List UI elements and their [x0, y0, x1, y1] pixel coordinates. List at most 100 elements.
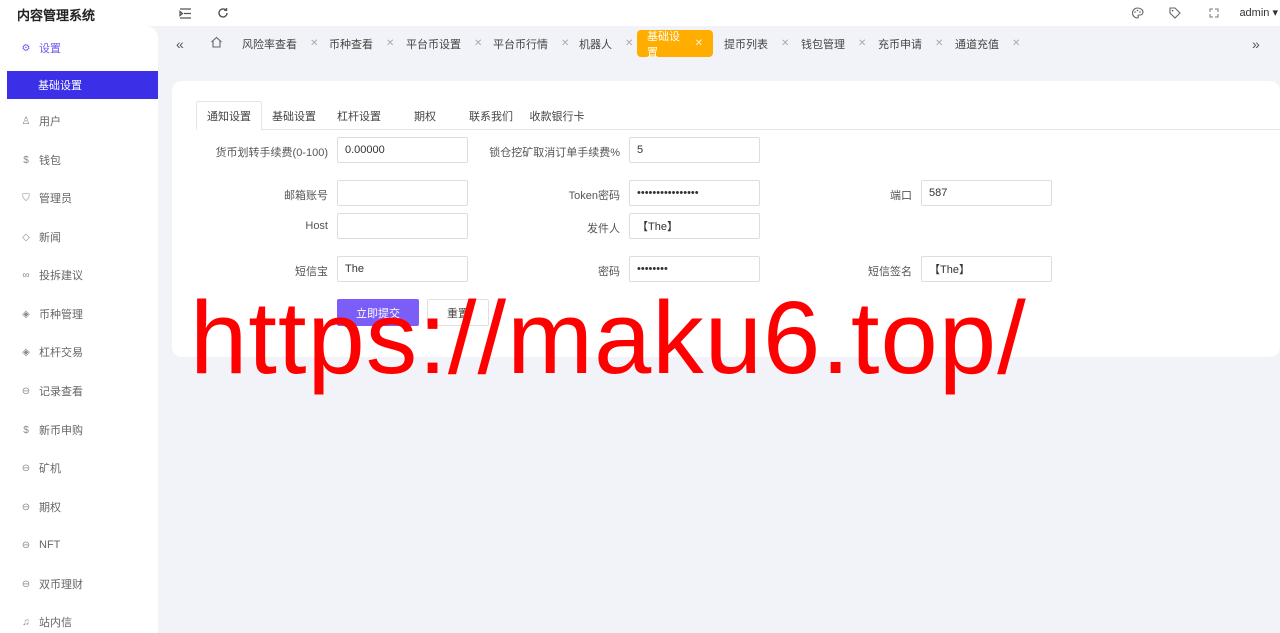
- host-input[interactable]: [337, 213, 468, 239]
- sidebar-subitem-basic-settings[interactable]: 基础设置: [7, 71, 158, 99]
- tab-label: 基础设置: [647, 30, 680, 59]
- tab-wallet-management[interactable]: 钱包管理 ✕: [791, 30, 876, 57]
- tab-risk-rate[interactable]: 风险率查看 ✕: [232, 30, 328, 57]
- dollar-icon: $: [23, 424, 29, 436]
- close-icon[interactable]: ✕: [781, 38, 789, 49]
- close-icon[interactable]: ✕: [858, 38, 866, 49]
- tab-label: 杠杆设置: [337, 110, 381, 123]
- chevron-double-left-icon[interactable]: «: [176, 36, 184, 52]
- tab-contact-us[interactable]: 联系我们: [458, 101, 524, 130]
- sidebar-item-currency[interactable]: ◈ 币种管理: [20, 305, 83, 323]
- tab-label: 机器人: [579, 38, 612, 51]
- tab-label: 风险率查看: [242, 38, 297, 51]
- close-icon[interactable]: ✕: [310, 38, 318, 49]
- app-title: 内容管理系统: [17, 8, 96, 23]
- tab-label: 联系我们: [469, 110, 513, 123]
- token-password-field[interactable]: ••••••••••••••••: [629, 180, 760, 206]
- password-field[interactable]: ••••••••: [629, 256, 760, 282]
- sms-sign-input[interactable]: 【The】: [921, 256, 1052, 282]
- chevron-double-right-icon[interactable]: »: [1252, 36, 1260, 52]
- tab-deposit-request[interactable]: 充币申请 ✕: [868, 30, 953, 57]
- sidebar-item-label: NFT: [39, 539, 61, 551]
- tab-label: 通知设置: [207, 110, 251, 123]
- sender-label: 发件人: [587, 223, 620, 235]
- host-label: Host: [305, 220, 328, 232]
- circle-icon: ⊖: [21, 578, 31, 590]
- tab-withdraw-list[interactable]: 提币列表 ✕: [714, 30, 799, 57]
- sidebar-item-label: 新闻: [39, 232, 61, 244]
- port-input[interactable]: 587: [921, 180, 1052, 206]
- page-tabs-bar: « 风险率查看 ✕ 币种查看 ✕ 平台币设置 ✕ 平台币行情 ✕ 机器人 ✕ 基础设置 ✕ …: [167, 27, 1280, 61]
- tab-label: 期权: [414, 110, 436, 123]
- tab-label: 充币申请: [878, 38, 922, 51]
- close-icon[interactable]: ✕: [625, 38, 633, 49]
- tab-channel-deposit[interactable]: 通道充值 ✕: [945, 30, 1030, 57]
- top-header: 内容管理系统 admin ▾: [0, 0, 1280, 26]
- tab-label: 平台币行情: [493, 38, 548, 51]
- fullscreen-icon[interactable]: [1206, 5, 1222, 21]
- fee-input[interactable]: 0.00000: [337, 137, 468, 163]
- tab-notification-settings[interactable]: 通知设置: [196, 101, 262, 130]
- sidebar-item-news[interactable]: ◇ 新闻: [20, 228, 61, 246]
- diamond-icon: ◈: [22, 346, 30, 358]
- tab-currency-view[interactable]: 币种查看 ✕: [319, 30, 404, 57]
- tab-label: 通道充值: [955, 38, 999, 51]
- close-icon[interactable]: ✕: [1012, 38, 1020, 49]
- shield-icon: ⛉: [22, 192, 30, 204]
- close-icon[interactable]: ✕: [935, 38, 943, 49]
- sidebar-item-label: 矿机: [39, 463, 61, 475]
- tab-options[interactable]: 期权: [392, 101, 458, 130]
- close-icon[interactable]: ✕: [386, 38, 394, 49]
- tab-platform-coin-settings[interactable]: 平台币设置 ✕: [396, 30, 492, 57]
- sidebar-item-admins[interactable]: ⛉ 管理员: [20, 189, 72, 207]
- link-icon: ∞: [22, 269, 30, 281]
- sidebar-item-settings[interactable]: ⚙ 设置: [20, 39, 61, 57]
- sender-input[interactable]: 【The】: [629, 213, 760, 239]
- dollar-icon: $: [23, 154, 29, 166]
- tab-platform-coin-market[interactable]: 平台币行情 ✕: [483, 30, 579, 57]
- sidebar-subitem-label: 基础设置: [38, 80, 82, 92]
- tab-bank-card[interactable]: 收款银行卡: [524, 101, 590, 130]
- circle-icon: ⊖: [21, 539, 31, 551]
- sidebar-item-ipo[interactable]: $ 新币申购: [20, 421, 83, 439]
- tag-icon: ◇: [22, 231, 30, 243]
- tab-basic-settings[interactable]: 基础设置 ✕: [637, 30, 713, 59]
- tab-leverage-settings[interactable]: 杠杆设置: [326, 101, 392, 130]
- tab-label: 提币列表: [724, 38, 768, 51]
- circle-icon: ⊖: [21, 462, 31, 474]
- palette-icon[interactable]: [1129, 5, 1145, 21]
- sidebar-item-label: 记录查看: [39, 386, 83, 398]
- email-field[interactable]: [337, 180, 468, 206]
- home-icon[interactable]: [210, 36, 223, 51]
- sidebar-item-complaints[interactable]: ∞ 投拆建议: [20, 266, 83, 284]
- lock-fee-label: 锁仓挖矿取消订单手续费%: [489, 147, 620, 159]
- sms-input[interactable]: The: [337, 256, 468, 282]
- sidebar-item-nft[interactable]: ⊖ NFT: [20, 536, 61, 554]
- sidebar-item-messages[interactable]: ♫ 站内信: [20, 613, 72, 631]
- sidebar-item-leverage[interactable]: ◈ 杠杆交易: [20, 343, 83, 361]
- sidebar-item-wallet[interactable]: $ 钱包: [20, 151, 61, 169]
- sidebar-item-users[interactable]: ♙ 用户: [20, 112, 61, 130]
- sidebar-item-records[interactable]: ⊖ 记录查看: [20, 382, 83, 400]
- close-icon[interactable]: ✕: [695, 38, 703, 49]
- lock-fee-input[interactable]: 5: [629, 137, 760, 163]
- tab-robot[interactable]: 机器人 ✕: [569, 30, 643, 57]
- sidebar-item-options[interactable]: ⊖ 期权: [20, 498, 61, 516]
- close-icon[interactable]: ✕: [474, 38, 482, 49]
- sidebar: ⚙ 设置 基础设置 ♙ 用户 $ 钱包 ⛉ 管理员 ◇ 新闻 ∞ 投拆建议 ◈ 币种管理 ◈ 杠…: [0, 26, 158, 633]
- refresh-icon[interactable]: [215, 5, 231, 21]
- sidebar-item-label: 期权: [39, 502, 61, 514]
- user-menu[interactable]: admin ▾: [1239, 6, 1278, 19]
- sidebar-item-label: 设置: [39, 43, 61, 55]
- bell-icon: ♫: [22, 616, 30, 628]
- sidebar-item-dual-finance[interactable]: ⊖ 双币理财: [20, 575, 83, 593]
- tab-basic-settings[interactable]: 基础设置: [262, 101, 326, 130]
- user-name: admin: [1239, 7, 1270, 19]
- sidebar-item-label: 管理员: [39, 193, 72, 205]
- tab-label: 基础设置: [272, 110, 316, 123]
- sidebar-item-miner[interactable]: ⊖ 矿机: [20, 459, 61, 477]
- circle-icon: ⊖: [21, 501, 31, 513]
- menu-fold-icon[interactable]: [177, 5, 193, 21]
- sidebar-item-label: 杠杆交易: [39, 347, 83, 359]
- tag-icon[interactable]: [1167, 5, 1183, 21]
